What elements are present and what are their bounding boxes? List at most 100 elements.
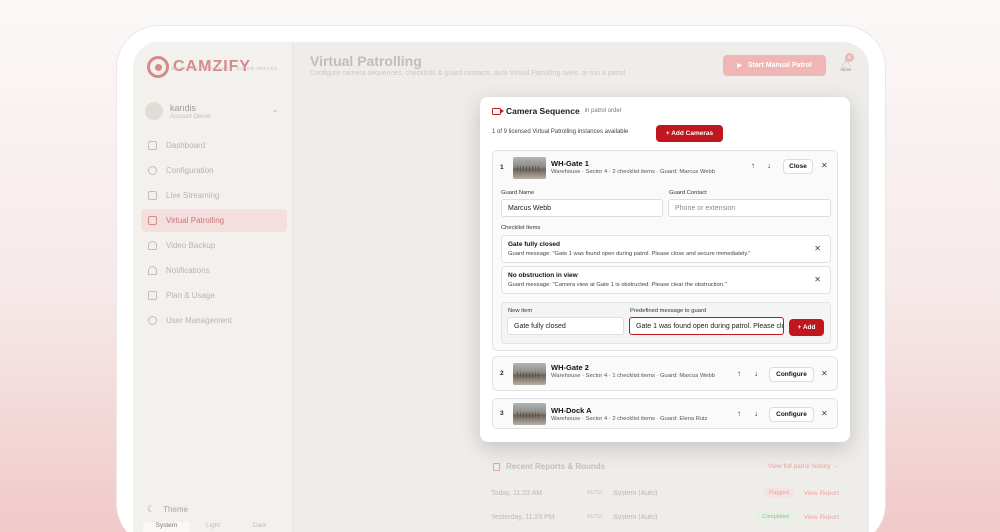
camera-meta: Warehouse · Sector 4 · 2 checklist items…	[551, 416, 708, 422]
gear-icon	[148, 166, 157, 175]
sidebar-item-label: Live Streaming	[166, 191, 220, 200]
list-icon	[148, 216, 157, 225]
user-name: kandis	[170, 102, 197, 113]
sidebar-item-notifications[interactable]: Notifications	[141, 259, 287, 282]
camera-index: 1	[500, 164, 504, 171]
new-item-label: New item	[508, 308, 533, 314]
account-switcher[interactable]: kandis Account Owner ⌄	[145, 98, 283, 124]
bell-icon	[148, 266, 157, 275]
add-checklist-item-button[interactable]: + Add	[789, 319, 824, 336]
checklist-item-title: No obstruction in view	[508, 272, 578, 279]
remove-checklist-item-icon[interactable]: ✕	[814, 244, 821, 253]
avatar	[145, 102, 163, 120]
sidebar-item-configuration[interactable]: Configuration	[141, 159, 287, 182]
cloud-icon	[148, 241, 157, 250]
report-mode: AUTO	[587, 490, 603, 496]
theme-label: Theme	[163, 505, 188, 514]
add-cameras-button[interactable]: + Add Cameras	[656, 125, 723, 142]
camera-meta: Warehouse · Sector 4 · 2 checklist items…	[551, 169, 715, 175]
move-up-icon[interactable]: ↑	[751, 161, 755, 170]
move-down-icon[interactable]: ↓	[754, 369, 758, 378]
report-row: Yesterday, 11:23 PM AUTO System (Auto) C…	[491, 506, 839, 528]
checklist-item: No obstruction in view Guard message: "C…	[501, 266, 831, 294]
guard-contact-input[interactable]: Phone or extension	[668, 199, 831, 217]
sidebar-item-user-management[interactable]: User Management	[141, 309, 287, 332]
document-icon	[148, 291, 157, 300]
sidebar-item-label: Dashboard	[166, 141, 206, 150]
guard-name-label: Guard Name	[501, 190, 535, 196]
remove-checklist-item-icon[interactable]: ✕	[814, 275, 821, 284]
camera-index: 2	[500, 370, 504, 377]
sidebar-item-video-backup[interactable]: Video Backup	[141, 234, 287, 257]
checklist-item-message: Guard message: "Gate 1 was found open du…	[508, 251, 751, 257]
reports-title-text: Recent Reports & Rounds	[506, 462, 606, 471]
remove-camera-icon[interactable]: ✕	[821, 161, 828, 170]
guard-name-input[interactable]: Marcus Webb	[501, 199, 663, 217]
checklist-label: Checklist Items	[501, 225, 541, 231]
sidebar-item-label: User Management	[166, 316, 232, 325]
sidebar-item-plan-usage[interactable]: Plan & Usage	[141, 284, 287, 307]
reports-title: Recent Reports & Rounds	[493, 462, 605, 471]
sidebar-nav: Dashboard Configuration Live Streaming V…	[141, 134, 287, 334]
license-availability: 1 of 9 licensed Virtual Patrolling insta…	[492, 129, 629, 135]
configure-camera-button[interactable]: Configure	[769, 407, 814, 422]
sidebar-item-virtual-patrolling[interactable]: Virtual Patrolling	[141, 209, 287, 232]
status-badge: Completed	[757, 512, 794, 522]
camera-name: WH-Dock A	[551, 406, 592, 415]
theme-option-system[interactable]: System	[143, 522, 190, 532]
camera-name: WH-Gate 2	[551, 363, 589, 372]
sidebar: CAMZIFY SMART SURVEILLANCE, SAFER SPACES…	[133, 42, 293, 532]
theme-label-row: ☾ Theme	[147, 504, 188, 515]
report-row: Today, 11:23 AM AUTO System (Auto) Flagg…	[491, 482, 839, 504]
checklist-item: Gate fully closed Guard message: "Gate 1…	[501, 235, 831, 263]
camera-sequence-modal: Camera Sequence in patrol order 1 of 9 l…	[480, 97, 850, 442]
theme-option-dark[interactable]: Dark	[236, 522, 283, 532]
recent-reports-panel: Recent Reports & Rounds View full patrol…	[485, 456, 845, 532]
camera-index: 3	[500, 410, 504, 417]
video-camera-icon	[492, 107, 504, 115]
start-manual-patrol-button[interactable]: ▶ Start Manual Patrol	[723, 55, 826, 76]
view-report-link[interactable]: View Report	[804, 490, 839, 497]
user-role: Account Owner	[170, 113, 212, 120]
predefined-message-input[interactable]: Gate 1 was found open during patrol. Ple…	[629, 317, 784, 335]
move-up-icon[interactable]: ↑	[737, 409, 741, 418]
view-report-link[interactable]: View Report	[804, 514, 839, 521]
report-source: System (Auto)	[613, 513, 658, 521]
page-subtitle: Configure camera sequences, checklists &…	[310, 70, 626, 77]
report-date: Today, 11:23 AM	[491, 489, 543, 497]
play-icon: ▶	[737, 63, 742, 69]
video-icon	[148, 191, 157, 200]
notification-count-badge: 6	[845, 53, 854, 62]
sidebar-item-live-streaming[interactable]: Live Streaming	[141, 184, 287, 207]
theme-option-light[interactable]: Light	[190, 522, 237, 532]
move-down-icon[interactable]: ↓	[767, 161, 771, 170]
brand-tagline: SMART SURVEILLANCE, SAFER SPACES	[171, 66, 278, 71]
start-button-label: Start Manual Patrol	[747, 62, 812, 69]
configure-camera-button[interactable]: Configure	[769, 367, 814, 382]
checklist-item-title: Gate fully closed	[508, 241, 561, 248]
view-patrol-history-link[interactable]: View full patrol history →	[768, 463, 839, 470]
predefined-message-label: Predefined message to guard	[630, 308, 707, 314]
camera-meta: Warehouse · Sector 4 · 1 checklist items…	[551, 373, 715, 379]
remove-camera-icon[interactable]: ✕	[821, 409, 828, 418]
grid-icon	[148, 141, 157, 150]
remove-camera-icon[interactable]: ✕	[821, 369, 828, 378]
checklist-item-message: Guard message: "Camera view at Gate 1 is…	[508, 282, 727, 288]
sidebar-item-label: Virtual Patrolling	[166, 216, 225, 225]
sidebar-item-label: Notifications	[166, 266, 210, 275]
new-checklist-item-form: New item Gate fully closed Predefined me…	[501, 302, 831, 344]
moon-icon: ☾	[147, 504, 156, 514]
sidebar-item-dashboard[interactable]: Dashboard	[141, 134, 287, 157]
page-title: Virtual Patrolling	[310, 53, 422, 69]
camera-thumbnail	[513, 363, 546, 385]
modal-header: Camera Sequence in patrol order	[492, 106, 622, 116]
status-badge: Flagged	[763, 488, 794, 498]
move-down-icon[interactable]: ↓	[754, 409, 758, 418]
report-mode: AUTO	[587, 514, 603, 520]
move-up-icon[interactable]: ↑	[737, 369, 741, 378]
camera-thumbnail	[513, 157, 546, 179]
close-camera-button[interactable]: Close	[783, 159, 813, 174]
user-icon	[148, 316, 157, 325]
report-date: Yesterday, 11:23 PM	[491, 513, 555, 521]
new-item-input[interactable]: Gate fully closed	[507, 317, 624, 335]
